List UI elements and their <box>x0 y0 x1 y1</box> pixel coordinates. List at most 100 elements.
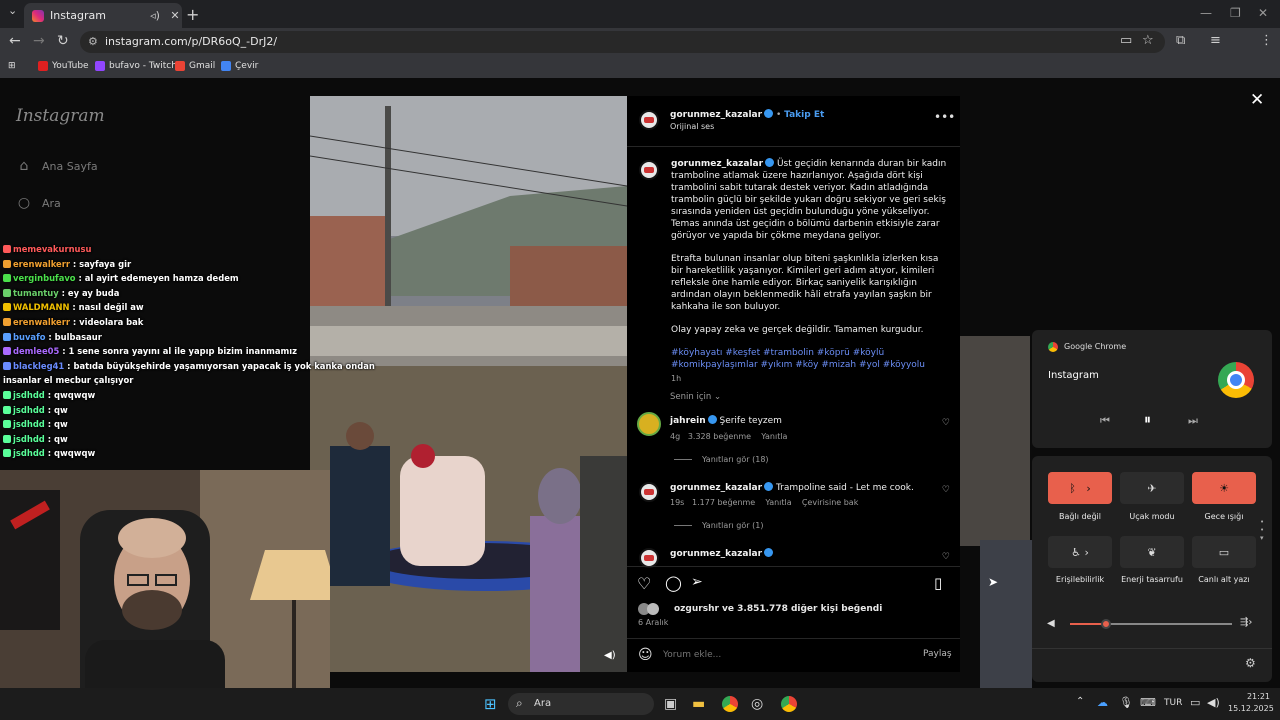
more-options-icon[interactable]: ••• <box>934 110 955 124</box>
maximize-icon[interactable]: ❐ <box>1230 6 1241 20</box>
tab-close-icon[interactable]: ✕ <box>168 9 182 22</box>
language-indicator[interactable]: TUR <box>1164 698 1182 708</box>
new-tab-button[interactable]: + <box>186 5 199 24</box>
comment-likes[interactable]: 3.328 beğenme <box>688 432 751 441</box>
volume-slider[interactable] <box>1070 619 1232 629</box>
comment-input[interactable] <box>663 647 903 663</box>
bluetooth-toggle[interactable]: ᛒ › <box>1048 472 1112 504</box>
comment-username[interactable]: gorunmez_kazalar <box>670 549 762 559</box>
bookmark-star-icon[interactable]: ☆ <box>1142 33 1154 48</box>
search-icon: ○ <box>17 195 31 211</box>
view-replies[interactable]: Yanıtları gör (1) <box>674 521 763 530</box>
author-avatar[interactable] <box>639 110 659 130</box>
view-replies[interactable]: Yanıtları gör (18) <box>674 455 769 464</box>
reload-icon[interactable]: ↻ <box>57 33 69 49</box>
close-modal-icon[interactable]: ✕ <box>1250 90 1264 110</box>
site-info-icon[interactable]: ⚙ <box>88 31 98 53</box>
clock[interactable]: 21:21 15.12.2025 <box>1228 692 1274 713</box>
bookmark-translate[interactable]: Çevir <box>221 61 258 71</box>
emoji-icon[interactable]: ☺ <box>638 647 653 663</box>
hashtags[interactable]: #köyhayatı #keşfet #trambolin #köprü #kö… <box>671 347 951 371</box>
volume-tray-icon[interactable]: ◀) <box>1207 696 1220 709</box>
reply-button[interactable]: Yanıtla <box>761 432 787 441</box>
taskbar-search[interactable]: ⌕ Ara <box>508 693 654 715</box>
caption-username[interactable]: gorunmez_kazalar <box>671 159 763 169</box>
nav-search[interactable]: ○ Ara <box>16 195 61 211</box>
onedrive-icon[interactable]: ☁ <box>1097 696 1108 709</box>
menu-icon[interactable]: ⋮ <box>1260 33 1273 48</box>
commenter-avatar[interactable] <box>639 548 659 568</box>
live-captions-toggle[interactable]: ▭ <box>1192 536 1256 568</box>
steam-icon[interactable]: ◎ <box>751 696 763 712</box>
chat-badge-icon <box>3 391 11 399</box>
speaker-icon[interactable]: ◃) <box>148 9 162 22</box>
like-icon[interactable]: ♡ <box>637 574 651 593</box>
microphone-icon[interactable]: 🎙 <box>1119 696 1133 709</box>
follow-button[interactable]: Takip Et <box>784 110 824 120</box>
apps-icon[interactable]: ⊞ <box>8 61 16 71</box>
save-icon[interactable]: ▯ <box>934 574 942 592</box>
likes-summary[interactable]: ozgurshr ve 3.851.778 diğer kişi beğendi <box>674 604 882 614</box>
extensions-icon[interactable]: ⧉ <box>1176 33 1185 48</box>
airplane-mode-toggle[interactable]: ✈ <box>1120 472 1184 504</box>
liked-by-username[interactable]: ozgurshr <box>674 604 719 614</box>
commenter-avatar[interactable] <box>639 482 659 502</box>
volume-slider-thumb[interactable] <box>1100 619 1111 629</box>
caption-avatar[interactable] <box>639 160 659 180</box>
cast-icon[interactable]: ▭ <box>1120 33 1132 48</box>
chat-text: : qw <box>44 419 68 430</box>
chrome-profile-icon[interactable] <box>781 696 797 712</box>
nav-home[interactable]: ⌂ Ana Sayfa <box>16 158 98 174</box>
instagram-logo[interactable]: Instagram <box>16 106 105 126</box>
accessibility-toggle[interactable]: ♿ › <box>1048 536 1112 568</box>
comment-icon[interactable]: ◯ <box>665 574 682 592</box>
chat-badge-icon <box>3 347 11 356</box>
bookmark-twitch[interactable]: bufavo - Twitch <box>95 61 177 71</box>
file-explorer-icon[interactable]: ▬ <box>692 696 705 712</box>
mute-icon[interactable]: ◀) <box>604 650 616 661</box>
chat-username: memevakurnusu <box>13 244 92 254</box>
start-icon[interactable]: ⊞ <box>484 695 497 713</box>
volume-icon[interactable]: ◀ <box>1047 618 1055 629</box>
tab-instagram[interactable]: Instagram ◃) ✕ <box>24 3 182 28</box>
chat-username: jsdhdd <box>13 433 45 444</box>
chrome-taskbar-icon[interactable] <box>722 696 738 712</box>
forward-icon[interactable]: → <box>33 33 45 49</box>
like-comment-icon[interactable]: ♡ <box>942 485 950 495</box>
translate-button[interactable]: Çevirisine bak <box>802 498 859 507</box>
bookmark-gmail[interactable]: Gmail <box>175 61 215 71</box>
post-video[interactable]: ◀) <box>310 96 627 672</box>
keyboard-icon[interactable]: ⌨ <box>1140 696 1156 709</box>
back-icon[interactable]: ← <box>9 33 21 49</box>
audio-label[interactable]: Orijinal ses <box>670 122 714 131</box>
page-dots-icon[interactable]: • • ▾ <box>1260 518 1264 542</box>
comment-username[interactable]: gorunmez_kazalar <box>670 483 762 493</box>
comment-username[interactable]: jahrein <box>670 416 706 426</box>
comment-likes[interactable]: 1.177 beğenme <box>692 498 755 507</box>
night-light-toggle[interactable]: ☀ <box>1192 472 1256 504</box>
like-comment-icon[interactable]: ♡ <box>942 418 950 428</box>
network-icon[interactable]: ▭ <box>1190 696 1200 709</box>
window-close-icon[interactable]: ✕ <box>1258 6 1268 20</box>
for-you-dropdown[interactable]: Senin için ⌄ <box>670 392 721 402</box>
tab-search-icon[interactable]: ⌄ <box>8 4 17 17</box>
minimize-icon[interactable]: — <box>1200 6 1212 20</box>
url-field[interactable]: ⚙ instagram.com/p/DR6oQ_-DrJ2/ <box>80 31 1165 53</box>
next-track-icon[interactable]: ⏭ <box>1188 414 1198 428</box>
settings-gear-icon[interactable]: ⚙ <box>1245 656 1256 670</box>
share-button[interactable]: Paylaş <box>923 649 952 659</box>
media-control-icon[interactable]: ≡ <box>1210 33 1221 48</box>
reply-button[interactable]: Yanıtla <box>765 498 791 507</box>
pause-icon[interactable]: ⏸ <box>1144 412 1151 428</box>
author-username[interactable]: gorunmez_kazalar <box>670 110 762 120</box>
bookmark-youtube[interactable]: YouTube <box>38 61 89 71</box>
task-view-icon[interactable]: ▣ <box>664 696 677 712</box>
audio-output-icon[interactable]: ⇶› <box>1240 617 1252 628</box>
energy-saver-toggle[interactable]: ❦ <box>1120 536 1184 568</box>
share-icon[interactable]: ➢ <box>691 574 703 590</box>
tray-chevron-icon[interactable]: ⌃ <box>1076 696 1084 707</box>
like-comment-icon[interactable]: ♡ <box>942 552 950 562</box>
commenter-avatar[interactable] <box>637 412 661 436</box>
previous-track-icon[interactable]: ⏮ <box>1100 414 1110 428</box>
chat-username: erenwalkerr <box>13 258 70 269</box>
